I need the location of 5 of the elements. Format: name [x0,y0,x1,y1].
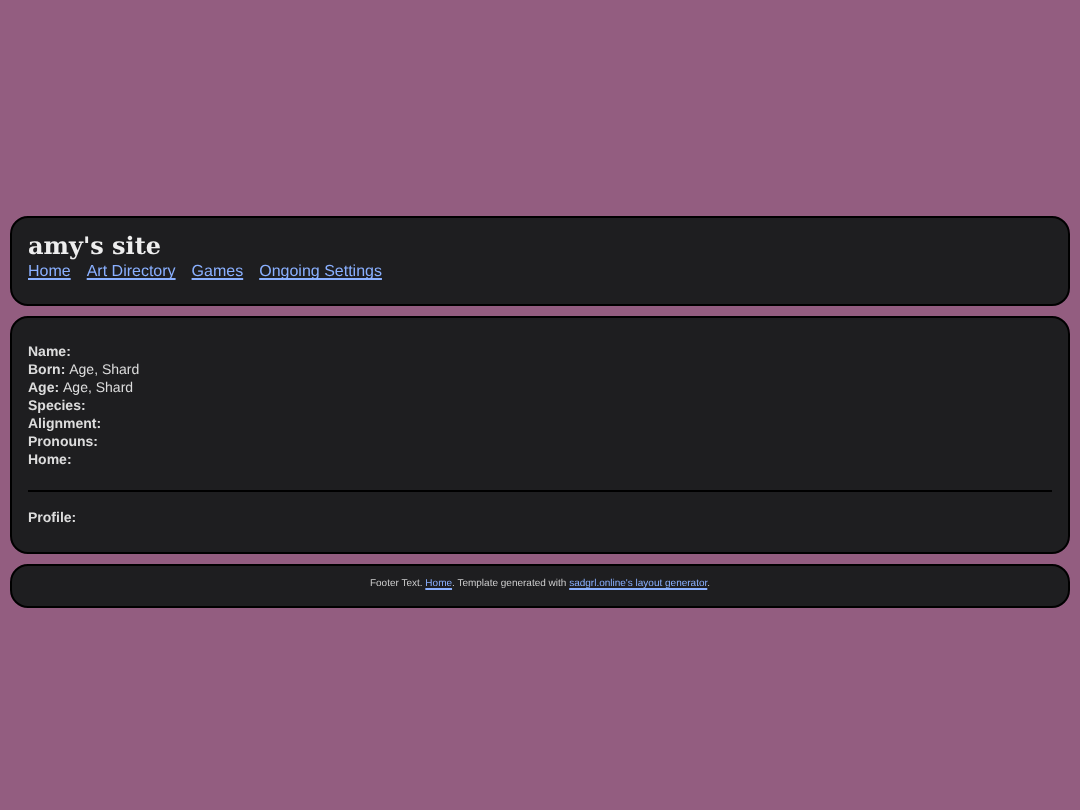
nav-link[interactable]: Art Directory [86,260,176,285]
nav-link[interactable]: Home [28,260,71,285]
nav-link[interactable]: Ongoing Settings [259,260,382,285]
site-title: amy's site [28,232,164,261]
nav-link[interactable]: Games [191,260,244,285]
